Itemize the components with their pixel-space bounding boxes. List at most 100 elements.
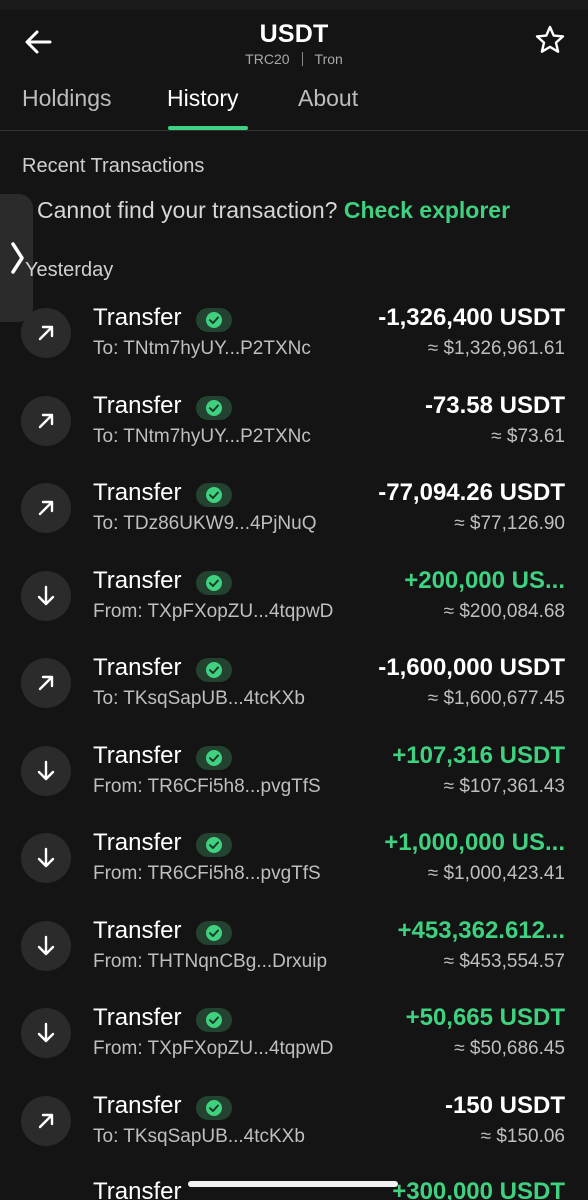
explorer-text: Cannot find your transaction? [37,197,338,223]
transaction-row[interactable]: Transfer To: TNtm7hyUY...P2TXNc -73.58 USD… [0,384,588,472]
transaction-row[interactable]: Transfer To: TKsqSapUB...4tcKXb -150 USDT ≈… [0,1084,588,1172]
tab-about[interactable]: About [298,85,358,112]
arrow-down-icon [37,847,55,868]
transaction-row[interactable]: Transfer To: TNtm7hyUY...P2TXNc -1,326,400… [0,296,588,384]
transaction-address: From: TR6CFi5h8...pvgTfS [93,775,321,797]
verified-check-icon [206,574,222,591]
transaction-list: Transfer To: TNtm7hyUY...P2TXNc -1,326,400… [0,296,588,1171]
transaction-fiat-value: ≈ $50,686.45 [454,1038,565,1059]
transaction-type: Transfer [93,1004,182,1031]
explorer-prompt: Cannot find your transaction? Check expl… [37,197,510,224]
transaction-address: From: TR6CFi5h8...pvgTfS [93,863,321,884]
active-tab-indicator [168,126,248,130]
status-badge [196,570,232,595]
transaction-type: Transfer [93,1091,182,1119]
verified-check-icon [206,1099,222,1116]
transaction-type: Transfer [93,916,182,944]
verified-check-icon [206,487,222,503]
transaction-direction-icon [21,1095,71,1146]
status-badge [196,395,232,420]
status-badge [196,1008,232,1032]
transaction-direction-icon [21,658,71,708]
transaction-type: Transfer [93,829,182,856]
transaction-type: Transfer [93,654,182,681]
transaction-amount: +200,000 US... [404,566,565,594]
transaction-type: Transfer [93,479,182,506]
transaction-fiat-value: ≈ $73.61 [491,425,565,447]
arrow-up-right-icon [38,675,54,691]
transaction-fiat-value: ≈ $200,084.68 [443,600,565,622]
transaction-row[interactable]: Transfer From: TXpFXopZU...4tqpwD +50,665 … [0,996,588,1084]
transaction-row[interactable]: Transfer To: TKsqSapUB...4tcKXb -1,600,000… [0,646,588,734]
transaction-amount: -150 USDT [444,1091,565,1119]
transaction-type: Transfer [93,566,182,594]
transaction-row[interactable]: Transfer From: TR6CFi5h8...pvgTfS +107,316… [0,734,588,822]
status-badge [196,1095,232,1120]
transaction-fiat-value: ≈ $1,600,677.45 [427,688,565,709]
verified-check-icon [206,312,222,328]
network-label: TRC20 [245,51,290,67]
arrow-down-icon [37,1022,55,1043]
transaction-fiat-value: ≈ $77,126.90 [454,513,565,534]
transaction-fiat-value: ≈ $1,000,423.41 [427,863,565,884]
arrow-up-right-icon [38,500,54,516]
network-subtitle: TRC20 Tron [0,51,588,67]
tab-bar: Holdings History About [0,72,588,131]
transaction-fiat-value: ≈ $107,361.43 [443,775,565,797]
chain-label: Tron [314,51,343,67]
transaction-fiat-value: ≈ $150.06 [480,1125,565,1147]
transaction-row[interactable]: Transfer To: TDz86UKW9...4PjNuQ -77,094.26… [0,471,588,559]
verified-check-icon [206,749,222,766]
transaction-direction-icon [21,483,71,533]
transaction-row[interactable]: Transfer From: TXpFXopZU...4tqpwD +200,000… [0,559,588,647]
transaction-address: From: TXpFXopZU...4tqpwD [93,1038,334,1059]
transaction-fiat-value: ≈ $1,326,961.61 [427,338,565,359]
star-icon [535,25,565,53]
status-badge [196,920,232,945]
section-title: Recent Transactions [22,155,205,177]
verified-check-icon [206,1012,222,1028]
transaction-amount: +50,665 USDT [405,1004,565,1031]
transaction-fiat-value: ≈ $453,554.57 [443,950,565,972]
transaction-amount: -73.58 USDT [424,391,565,419]
transaction-address: From: TXpFXopZU...4tqpwD [93,600,334,622]
transaction-direction-icon [21,395,71,446]
tab-holdings[interactable]: Holdings [22,85,112,112]
transaction-type: Transfer [93,1178,182,1200]
arrow-down-icon [37,935,55,955]
transaction-amount: -1,600,000 USDT [378,654,565,681]
header: USDT TRC20 Tron [0,10,588,72]
favorite-button[interactable] [534,24,566,56]
transaction-amount: +107,316 USDT [392,741,565,769]
status-badge [196,833,232,857]
verified-check-icon [206,662,222,678]
check-explorer-link[interactable]: Check explorer [344,197,510,223]
transaction-address: To: TKsqSapUB...4tcKXb [93,688,305,709]
tab-history[interactable]: History [167,85,239,112]
transaction-address: To: TDz86UKW9...4PjNuQ [93,513,317,534]
chevron-right-icon [11,242,24,274]
transaction-direction-icon [21,308,71,358]
date-group-header: Yesterday [25,259,114,281]
home-indicator [188,1181,398,1187]
transaction-type: Transfer [93,391,182,419]
verified-check-icon [206,399,222,416]
transaction-address: To: TKsqSapUB...4tcKXb [93,1125,305,1147]
transaction-amount: +453,362.612... [397,916,565,944]
transaction-direction-icon [21,745,71,796]
transaction-type: Transfer [93,304,182,331]
transaction-amount: -77,094.26 USDT [378,479,565,506]
transaction-direction-icon [21,920,71,971]
verified-check-icon [206,837,222,853]
arrow-down-icon [37,760,55,780]
status-badge [196,658,232,682]
transaction-address: To: TNtm7hyUY...P2TXNc [93,338,311,359]
transaction-address: From: THTNqnCBg...Drxuip [93,950,328,972]
transaction-row[interactable]: Transfer From: TR6CFi5h8...pvgTfS +1,000,0… [0,821,588,909]
transaction-direction-icon [21,1008,71,1058]
transaction-row[interactable]: Transfer From: THTNqnCBg...Drxuip +453,362… [0,909,588,997]
subtitle-divider [301,52,303,66]
arrow-up-right-icon [38,1113,54,1128]
arrow-down-icon [37,585,55,605]
status-badge [196,483,232,507]
